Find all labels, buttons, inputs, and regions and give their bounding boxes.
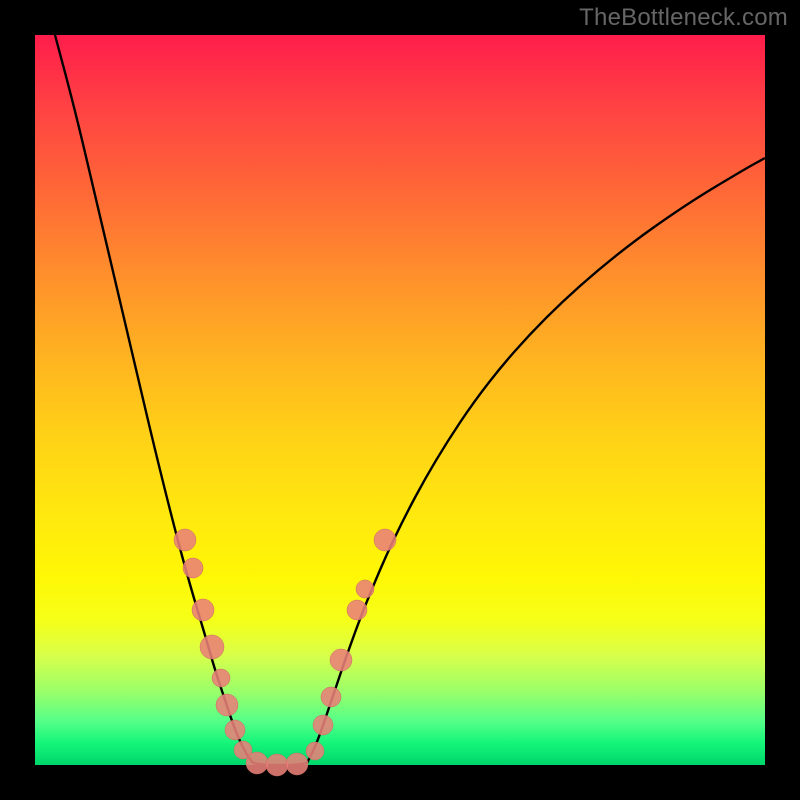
watermark-label: TheBottleneck.com (579, 4, 788, 32)
marker-dot (183, 558, 203, 578)
curve-layer (35, 35, 765, 765)
marker-dot (330, 649, 352, 671)
marker-dot (266, 754, 288, 776)
marker-dot (347, 600, 367, 620)
marker-dot (374, 529, 396, 551)
marker-dot (212, 669, 230, 687)
marker-dot (306, 742, 324, 760)
marker-group (174, 529, 396, 776)
left-curve (55, 35, 253, 763)
marker-dot (246, 752, 268, 774)
marker-dot (216, 694, 238, 716)
marker-dot (225, 720, 245, 740)
marker-dot (286, 753, 308, 775)
marker-dot (313, 715, 333, 735)
marker-dot (192, 599, 214, 621)
marker-dot (321, 687, 341, 707)
marker-dot (174, 529, 196, 551)
right-curve (307, 158, 765, 763)
marker-dot (356, 580, 374, 598)
chart-frame: TheBottleneck.com (0, 0, 800, 800)
plot-area (35, 35, 765, 765)
marker-dot (200, 635, 224, 659)
